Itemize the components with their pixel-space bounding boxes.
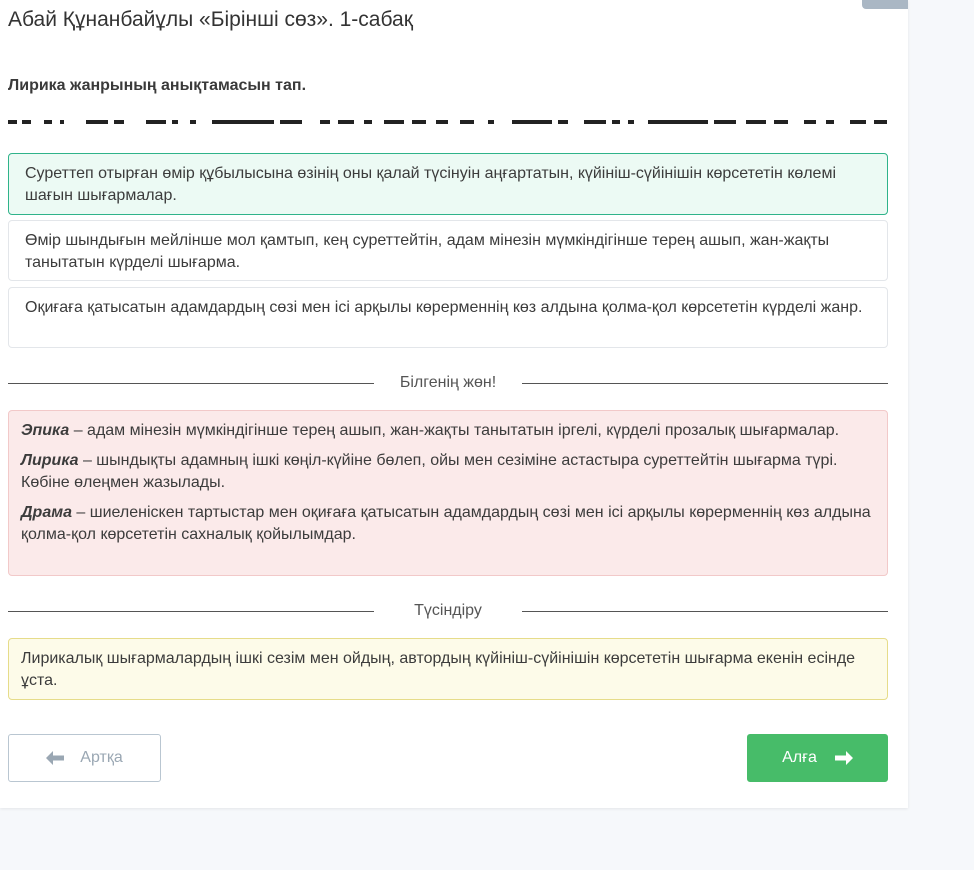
known-info-box: Эпика – адам мінезін мүмкіндігінше терең… [8,410,888,576]
term-lyric: Лирика [21,452,79,469]
back-button[interactable]: Артқа [8,734,161,782]
divider-line [522,383,888,384]
divider-line [522,611,888,612]
explanation-text: Лирикалық шығармалардың ішкі сезім мен о… [21,650,856,689]
answer-option-3[interactable]: Оқиғаға қатысатын адамдардың сөзі мен іс… [8,287,888,348]
explain-divider: Түсіндіру [8,600,888,622]
definition-epic: Эпика – адам мінезін мүмкіндігінше терең… [21,420,875,442]
term-drama: Драма [21,504,72,521]
answer-option-text: Оқиғаға қатысатын адамдардың сөзі мен іс… [25,299,863,316]
arrow-left-icon [46,751,65,765]
divider-line [8,383,374,384]
next-button[interactable]: Алға [747,734,888,782]
definition-text: – шиеленіскен тартыстар мен оқиғаға қаты… [21,504,871,543]
lesson-card: Абай Құнанбайұлы «Бірінші сөз». 1-сабақ … [0,0,908,808]
question-text: Лирика жанрының анықтамасын тап. [8,77,307,94]
known-heading: Білгенің жөн! [399,374,497,391]
corner-tab[interactable] [862,0,908,9]
answer-option-text: Суреттеп отырған өмір құбылысына өзінің … [25,165,836,204]
dash-pattern-divider [8,120,887,124]
definition-text: – шындықты адамның ішкі көңіл-күйіне бөл… [21,452,838,491]
answer-option-text: Өмір шындығын мейлінше мол қамтып, кең с… [25,232,830,271]
page-title: Абай Құнанбайұлы «Бірінші сөз». 1-сабақ [8,8,413,31]
explanation-box: Лирикалық шығармалардың ішкі сезім мен о… [8,638,888,700]
next-button-label: Алға [782,749,817,766]
term-epic: Эпика [21,422,70,439]
definition-lyric: Лирика – шындықты адамның ішкі көңіл-күй… [21,450,875,494]
answer-option-2[interactable]: Өмір шындығын мейлінше мол қамтып, кең с… [8,220,888,281]
explain-heading: Түсіндіру [414,602,482,619]
definition-drama: Драма – шиеленіскен тартыстар мен оқиғағ… [21,502,875,546]
back-button-label: Артқа [80,749,123,766]
divider-line [8,611,374,612]
arrow-right-icon [834,751,853,765]
definition-text: – адам мінезін мүмкіндігінше терең ашып,… [69,422,840,439]
known-divider: Білгенің жөн! [8,372,888,394]
answer-option-1[interactable]: Суреттеп отырған өмір құбылысына өзінің … [8,153,888,215]
